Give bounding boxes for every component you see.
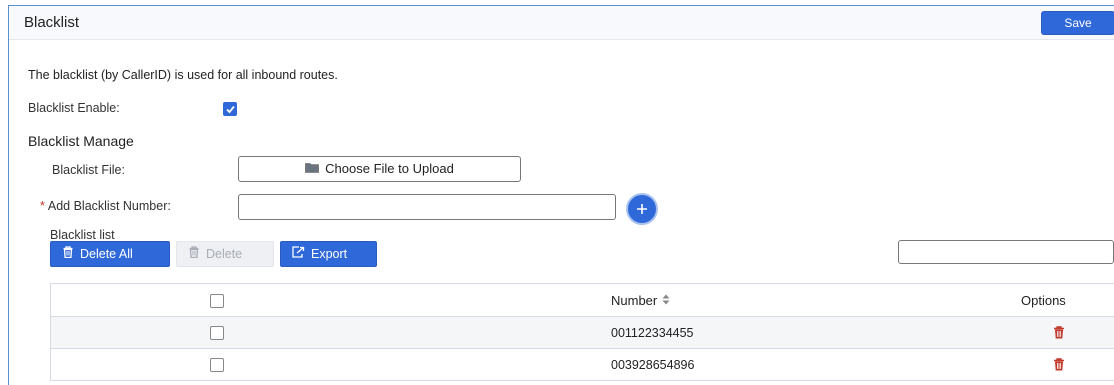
delete-button[interactable]: Delete [176, 241, 274, 267]
trash-icon[interactable] [1053, 326, 1065, 342]
search-input[interactable] [898, 240, 1114, 264]
choose-file-button[interactable]: Choose File to Upload [238, 156, 521, 182]
blacklist-number: 001122334455 [611, 326, 694, 340]
blacklist-list-title: Blacklist list [50, 228, 115, 242]
add-blacklist-number-text: Add Blacklist Number: [47, 199, 171, 213]
folder-icon [305, 157, 319, 181]
panel-header: Blacklist Save [9, 6, 1114, 40]
options-column-header: Options [1021, 293, 1066, 308]
blacklist-table: Number Options 001122334455 003928654896 [50, 283, 1114, 381]
blacklist-manage-title: Blacklist Manage [28, 133, 134, 149]
table-row: 001122334455 [50, 317, 1114, 349]
required-mark: * [40, 199, 45, 213]
row-checkbox[interactable] [210, 326, 224, 340]
blacklist-description: The blacklist (by CallerID) is used for … [28, 68, 338, 82]
trash-icon[interactable] [1053, 358, 1065, 374]
export-label: Export [311, 247, 348, 261]
select-all-checkbox[interactable] [210, 294, 224, 308]
sort-icon[interactable] [662, 284, 670, 317]
page-title: Blacklist [24, 14, 80, 31]
number-column-label: Number [611, 293, 658, 308]
checkmark-icon [226, 105, 235, 114]
save-button[interactable]: Save [1041, 11, 1114, 35]
blacklist-enable-label: Blacklist Enable: [28, 101, 120, 115]
export-icon [292, 242, 305, 266]
add-number-button[interactable] [626, 193, 658, 225]
add-blacklist-number-label: * Add Blacklist Number: [40, 199, 171, 213]
choose-file-label: Choose File to Upload [325, 161, 454, 176]
add-blacklist-number-input[interactable] [238, 194, 616, 220]
number-column-header[interactable]: Number [611, 284, 670, 318]
blacklist-enable-checkbox[interactable] [223, 102, 237, 116]
export-button[interactable]: Export [280, 241, 377, 267]
table-row: 003928654896 [50, 349, 1114, 381]
delete-label: Delete [206, 247, 243, 261]
table-header-row: Number Options [50, 284, 1114, 317]
plus-circle-icon [637, 204, 647, 214]
blacklist-file-label: Blacklist File: [52, 163, 125, 177]
trash-icon [188, 242, 200, 266]
row-checkbox[interactable] [210, 358, 224, 372]
trash-icon [62, 242, 74, 266]
delete-all-button[interactable]: Delete All [50, 241, 170, 267]
blacklist-number: 003928654896 [611, 358, 695, 372]
delete-all-label: Delete All [80, 247, 133, 261]
